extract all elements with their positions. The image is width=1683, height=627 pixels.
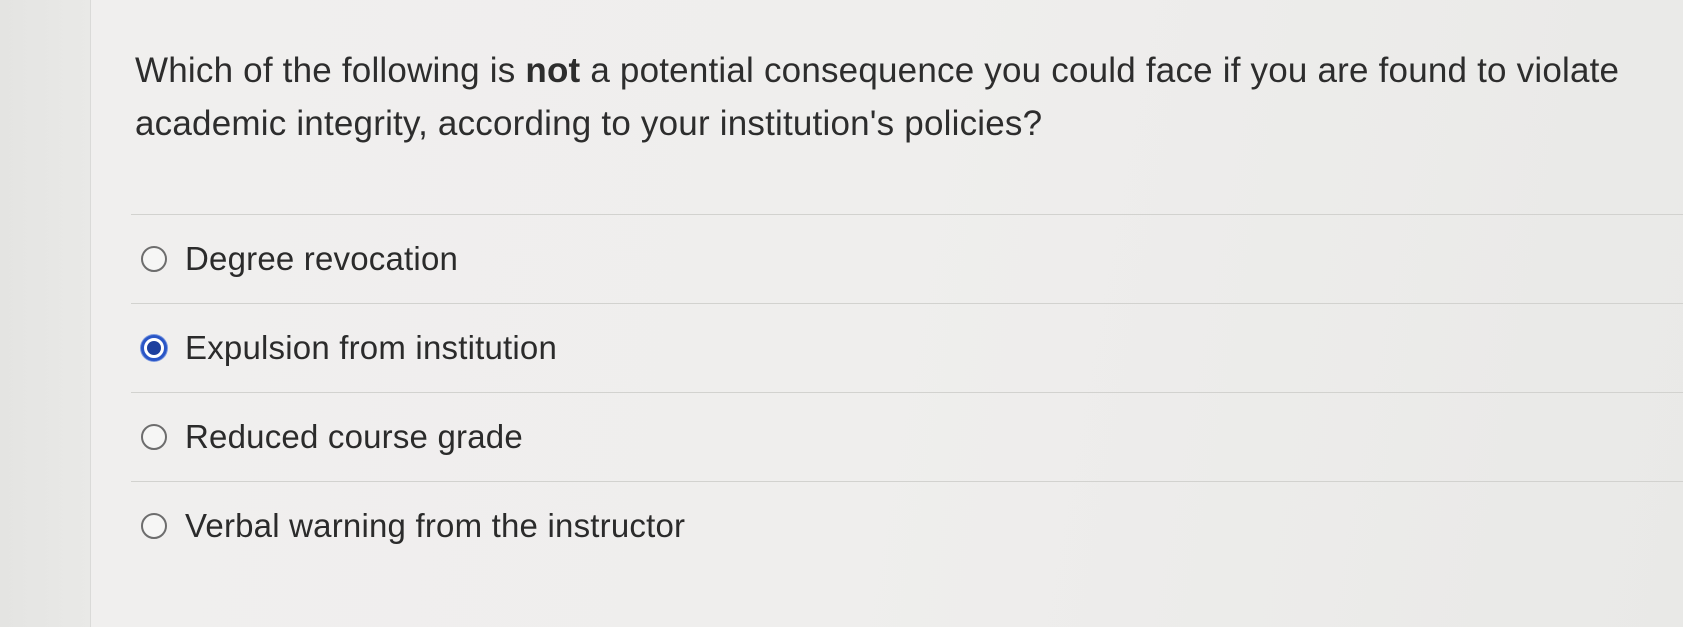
option-label: Verbal warning from the instructor <box>185 507 686 544</box>
question-emphasis: not <box>525 51 581 90</box>
question-text: Which of the following is not a potentia… <box>135 44 1683 150</box>
radio-button[interactable] <box>141 424 167 450</box>
option-label: Reduced course grade <box>185 418 523 455</box>
question-text-start: Which of the following is <box>135 51 526 90</box>
option-label: Expulsion from institution <box>185 329 558 366</box>
option-verbal-warning[interactable]: Verbal warning from the instructor <box>131 482 1683 570</box>
radio-button-selected[interactable] <box>141 335 167 361</box>
quiz-question-panel: Which of the following is not a potentia… <box>91 0 1683 627</box>
radio-selected-dot <box>147 341 161 355</box>
option-expulsion[interactable]: Expulsion from institution <box>131 304 1683 392</box>
option-degree-revocation[interactable]: Degree revocation <box>131 215 1683 303</box>
left-margin <box>0 0 91 627</box>
answer-options: Degree revocation Expulsion from institu… <box>131 214 1683 570</box>
option-label: Degree revocation <box>185 240 459 277</box>
radio-button[interactable] <box>141 246 167 272</box>
option-reduced-grade[interactable]: Reduced course grade <box>131 393 1683 481</box>
radio-button[interactable] <box>141 513 167 539</box>
